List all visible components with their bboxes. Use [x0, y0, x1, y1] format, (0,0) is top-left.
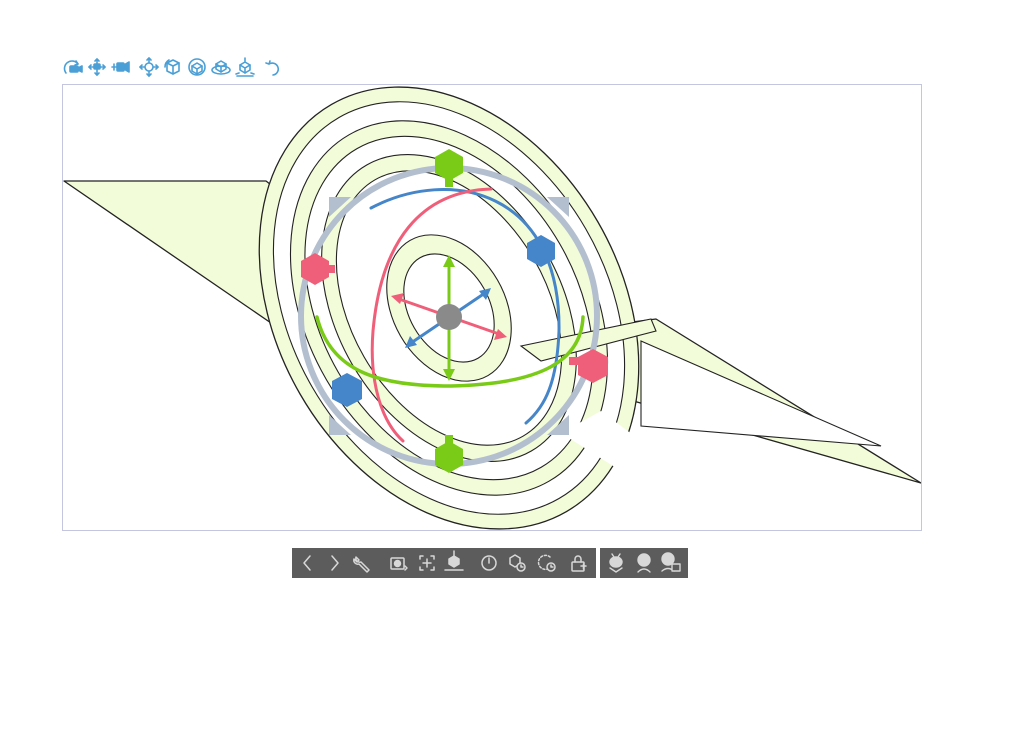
head-light-icon[interactable]: [637, 553, 651, 573]
launcher-group-main: [292, 548, 596, 578]
3d-viewport[interactable]: [62, 84, 922, 531]
initial-position-icon[interactable]: [509, 554, 526, 572]
next-icon[interactable]: [331, 555, 339, 571]
object-scale-icon[interactable]: [211, 60, 231, 75]
object-manipulation-toolbar: [63, 57, 293, 79]
reset-rotation-icon[interactable]: [265, 60, 279, 76]
camera-angle-icon[interactable]: [390, 557, 408, 571]
camera-pan-icon[interactable]: [88, 58, 106, 76]
object-rotate-view-icon[interactable]: [188, 58, 206, 76]
fit-to-view-icon[interactable]: [419, 555, 435, 571]
gizmo-center[interactable]: [436, 304, 462, 330]
rotate-reset-icon[interactable]: [537, 554, 556, 572]
object-move-icon[interactable]: [139, 57, 159, 77]
object-rotate-icon[interactable]: [164, 59, 180, 75]
launcher-group-light: [600, 548, 688, 578]
settings-wrench-icon[interactable]: [353, 556, 370, 573]
material-light-icon[interactable]: [661, 552, 681, 572]
lock-icon[interactable]: [571, 555, 587, 572]
object-move-floor-icon[interactable]: [235, 57, 255, 77]
light-source-icon[interactable]: [609, 553, 623, 573]
ring-model[interactable]: [63, 85, 921, 531]
camera-dolly-icon[interactable]: [111, 61, 130, 73]
previous-icon[interactable]: [303, 555, 311, 571]
camera-rotate-icon[interactable]: [63, 60, 83, 74]
land-on-floor-icon[interactable]: [444, 550, 464, 571]
object-launcher-toolbar: [292, 548, 688, 578]
reset-rotation-icon[interactable]: [481, 555, 497, 571]
